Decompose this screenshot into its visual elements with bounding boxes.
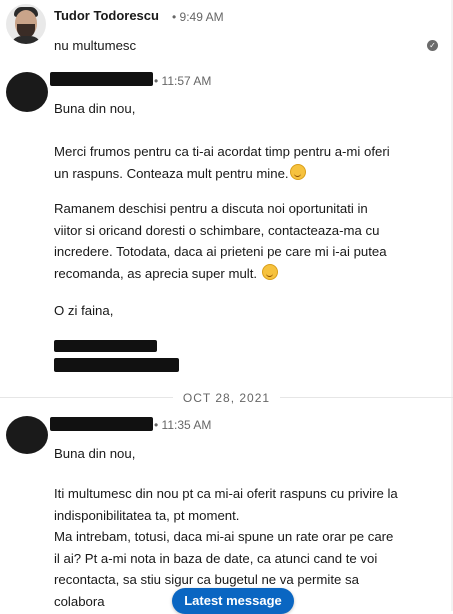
message-tudor: Tudor Todorescu • 9:49 AM nu multumesc ✓ (0, 0, 453, 60)
avatar[interactable] (6, 4, 46, 44)
message-text: Buna din nou, (54, 446, 136, 461)
message-text: O zi faina, (54, 303, 114, 318)
check-circle-icon: ✓ (427, 40, 438, 51)
smile-emoji-icon (289, 163, 306, 180)
sender-name[interactable]: Tudor Todorescu (54, 8, 159, 23)
message-recruiter-1: • 11:57 AM Buna din nou, Merci frumos pe… (0, 60, 453, 390)
message-recruiter-2: • 11:35 AM Buna din nou, Iti multumesc d… (0, 410, 453, 611)
redacted-name (50, 417, 153, 431)
redacted-avatar (6, 72, 48, 112)
date-divider: OCT 28, 2021 (0, 389, 453, 407)
redacted-name (50, 72, 153, 86)
message-text: Buna din nou, Merci frumos pentru ca ti-… (54, 101, 390, 181)
redacted-signature (54, 340, 157, 352)
redacted-signature (54, 358, 179, 372)
message-time: • 11:57 AM (154, 74, 212, 88)
message-time: • 9:49 AM (172, 10, 224, 24)
redacted-avatar (6, 416, 48, 454)
latest-message-button[interactable]: Latest message (172, 588, 294, 614)
message-text: Ramanem deschisi pentru a discuta noi op… (54, 201, 391, 281)
message-time: • 11:35 AM (154, 418, 212, 432)
message-text: nu multumesc (54, 38, 137, 53)
grin-emoji-icon (261, 263, 278, 280)
